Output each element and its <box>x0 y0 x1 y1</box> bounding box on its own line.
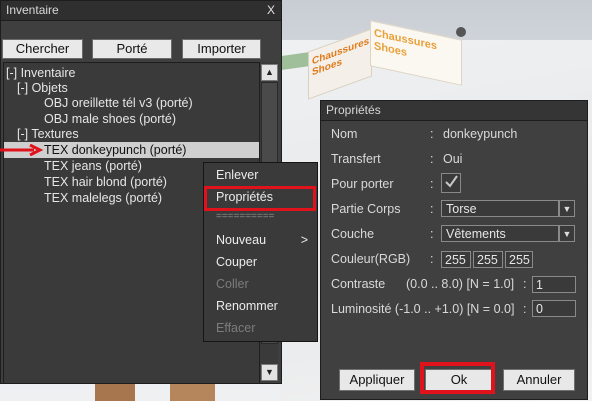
transfer-label: Transfert <box>331 152 381 166</box>
properties-title: Propriétés <box>326 103 381 117</box>
close-icon[interactable]: X <box>267 1 275 20</box>
layer-label: Couche <box>331 227 375 241</box>
worn-button[interactable]: Porté <box>92 39 172 59</box>
contrast-label: Contraste <box>331 277 386 291</box>
scroll-down-icon[interactable]: ▼ <box>261 364 278 381</box>
shoe-box: Chaussures Shoes Chaussures Shoes <box>308 20 462 100</box>
menu-item-nouveau[interactable]: Nouveau > <box>216 231 308 249</box>
body-part-label: Partie Corps <box>331 202 401 216</box>
tree-item[interactable]: TEX malelegs (porté) <box>44 190 162 206</box>
menu-item-renommer[interactable]: Renommer <box>216 297 278 315</box>
apply-button[interactable]: Appliquer <box>339 369 415 391</box>
color-b-field[interactable]: 255 <box>505 251 533 268</box>
tree-item[interactable]: OBJ oreillette tél v3 (porté) <box>44 95 193 111</box>
colon: : <box>523 277 527 291</box>
tree-item[interactable]: TEX jeans (porté) <box>44 158 142 174</box>
transfer-value: Oui <box>443 152 463 166</box>
avatar-arm-right <box>170 383 215 401</box>
colon: : <box>430 177 434 191</box>
highlight-box-proprietes <box>204 186 316 211</box>
tree-item[interactable]: OBJ male shoes (porté) <box>44 111 176 127</box>
red-arrow-icon <box>0 144 44 156</box>
color-g-field[interactable]: 255 <box>473 251 503 268</box>
menu-item-couper[interactable]: Couper <box>216 253 257 271</box>
submenu-arrow-icon: > <box>300 233 308 247</box>
avatar-arm-left <box>95 383 135 401</box>
colon: : <box>430 202 434 216</box>
tree-node-objets[interactable]: [-] Objets <box>17 80 68 96</box>
menu-item-effacer: Effacer <box>216 321 256 335</box>
search-button[interactable]: Chercher <box>2 39 83 59</box>
body-part-select[interactable]: Torse <box>441 200 559 217</box>
wearable-label: Pour porter <box>331 177 394 191</box>
tree-node-inventaire[interactable]: [-] Inventaire <box>6 65 75 81</box>
import-button[interactable]: Importer <box>182 39 261 59</box>
color-label: Couleur(RGB) <box>331 252 411 266</box>
wearable-checkbox[interactable] <box>441 173 461 193</box>
highlight-box-ok <box>420 362 495 394</box>
chevron-down-icon[interactable]: ▼ <box>559 225 575 242</box>
brightness-label: Luminosité (-1.0 .. +1.0) [N = 0.0] <box>331 302 515 316</box>
layer-select[interactable]: Vêtements <box>441 225 559 242</box>
contrast-field[interactable]: 1 <box>532 276 576 293</box>
brightness-field[interactable]: 0 <box>532 300 576 317</box>
tree-item[interactable]: TEX hair blond (porté) <box>44 174 167 190</box>
properties-titlebar[interactable]: Propriétés <box>321 101 587 121</box>
inventory-title: Inventaire <box>6 3 59 17</box>
colon: : <box>430 152 434 166</box>
properties-dialog: Propriétés Nom : donkeypunch Transfert :… <box>320 100 588 400</box>
menu-item-enlever[interactable]: Enlever <box>216 166 258 184</box>
scene-ball <box>456 27 466 37</box>
checkmark-icon <box>445 175 458 188</box>
colon: : <box>430 252 434 266</box>
menu-item-coller: Coller <box>216 277 249 291</box>
color-r-field[interactable]: 255 <box>441 251 471 268</box>
tree-node-textures[interactable]: [-] Textures <box>17 126 79 142</box>
name-value: donkeypunch <box>443 127 518 141</box>
scroll-up-icon[interactable]: ▲ <box>261 64 278 81</box>
name-label: Nom <box>331 127 358 141</box>
contrast-range: (0.0 .. 8.0) [N = 1.0] <box>406 277 515 291</box>
inventory-toolbar: Chercher Porté Importer <box>1 39 281 59</box>
colon: : <box>430 227 434 241</box>
colon: : <box>523 302 527 316</box>
menu-item-label: Nouveau <box>216 233 267 247</box>
inventory-titlebar[interactable]: Inventaire X <box>1 1 281 21</box>
cancel-button[interactable]: Annuler <box>503 369 575 391</box>
colon: : <box>430 127 434 141</box>
chevron-down-icon[interactable]: ▼ <box>559 200 575 217</box>
